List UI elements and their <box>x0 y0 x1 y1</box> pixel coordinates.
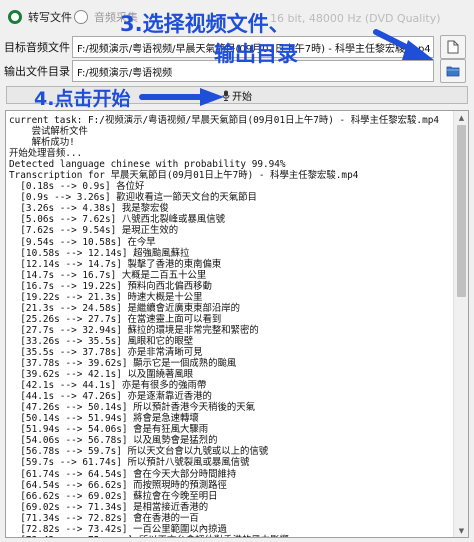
log-line: [50.14s --> 51.94s] 將會是急速轉壞 <box>9 413 199 425</box>
log-line: Detected language chinese with probabili… <box>9 159 286 171</box>
log-line: [73.42s --> 75.xx s] 所以天文台會評估對香港的風力影響 <box>9 535 449 537</box>
log-line: [33.26s --> 35.5s] 風眼和它的眼壁 <box>9 335 194 347</box>
log-line: [72.82s --> 73.42s] 一百公里範圍以內掠過 <box>9 523 227 535</box>
log-line: [10.58s --> 12.14s] 超強颱風蘇拉 <box>9 247 190 259</box>
arrow-to-start-icon <box>139 88 224 106</box>
log-line: [71.34s --> 72.82s] 會在香港的一百 <box>9 512 199 524</box>
log-line: [54.06s --> 56.78s] 以及風勢會是猛烈的 <box>9 435 218 447</box>
transcribe-file-radio[interactable]: 转写文件 <box>8 9 72 25</box>
log-lines: current task: F:/视频演示/粤语视频/早晨天氣節目(09月01日… <box>9 115 449 537</box>
log-line: [0.9s --> 3.26s] 歡迎收看這一節天文台的天氣節目 <box>9 192 257 204</box>
step4-annotation: 4.点击开始 <box>34 88 131 110</box>
log-line: [64.54s --> 66.62s] 而按照現時的預測路徑 <box>9 479 227 491</box>
log-line: [39.62s --> 42.1s] 以及圍繞著風眼 <box>9 369 194 381</box>
log-line: [44.1s --> 47.26s] 亦是逐漸靠近香港的 <box>9 391 212 403</box>
log-line: [61.74s --> 64.54s] 會在今天大部分時間維持 <box>9 468 237 480</box>
log-line: current task: F:/视频演示/粤语视频/早晨天氣節目(09月01日… <box>9 115 440 126</box>
scroll-up-icon[interactable]: ▲ <box>457 113 466 122</box>
scroll-thumb[interactable] <box>457 125 466 297</box>
log-line: [66.62s --> 69.02s] 蘇拉會在今晚至明日 <box>9 490 218 502</box>
arrow-to-browse-icon <box>373 29 434 60</box>
log-line: [47.26s --> 50.14s] 所以預計香港今天稍後的天氣 <box>9 402 256 414</box>
step3b-annotation: 输出目录 <box>214 42 298 66</box>
log-line: [16.7s --> 19.22s] 預料向西北偏西移動 <box>9 280 212 292</box>
browse-folder-button[interactable] <box>440 59 466 83</box>
log-output[interactable]: current task: F:/视频演示/粤语视频/早晨天氣節目(09月01日… <box>5 110 469 538</box>
log-line: [21.3s --> 24.58s] 是繼續會近廣東東部沿岸的 <box>9 302 241 314</box>
audio-quality-text: 16 bit, 48000 Hz (DVD Quality) <box>270 12 441 25</box>
log-line: [56.78s --> 59.7s] 所以天文台會以九號或以上的信號 <box>9 446 269 458</box>
log-scrollbar[interactable]: ▲ ▼ <box>453 111 468 537</box>
log-line: [69.02s --> 71.34s] 是相當接近香港的 <box>9 501 209 513</box>
log-line: [25.26s --> 27.7s] 在當速靈上面可以看到 <box>9 313 222 325</box>
log-line: Transcription for 早晨天氣節目(09月01日上午7時) - 科… <box>9 170 359 182</box>
log-line: [37.78s --> 39.62s] 顯示它是一個成熟的颱風 <box>9 358 237 370</box>
file-icon <box>447 40 459 54</box>
log-line: [35.5s --> 37.78s] 亦是非常清晰可見 <box>9 346 203 358</box>
log-line: [51.94s --> 54.06s] 會是有狂風大驟雨 <box>9 424 209 436</box>
log-line: [19.22s --> 21.3s] 時速大概是十公里 <box>9 291 203 303</box>
start-button-label: 开始 <box>232 91 252 103</box>
log-line: [0.18s --> 0.9s] 各位好 <box>9 181 145 193</box>
log-line: 开始处理音频... <box>9 148 83 160</box>
step3-annotation: 3.选择视频文件、 <box>120 12 290 36</box>
input-file-label: 目标音频文件 <box>4 41 70 54</box>
log-line: [59.7s --> 61.74s] 所以預計八號裂風或暴風信號 <box>9 457 250 469</box>
folder-icon <box>446 66 460 77</box>
transcribe-file-label: 转写文件 <box>28 11 72 24</box>
log-line: [27.7s --> 32.94s] 蘇拉的環境是非常完整和緊密的 <box>9 324 259 336</box>
log-line: [3.26s --> 4.38s] 我是黎宏俊 <box>9 203 169 215</box>
output-dir-label: 输出文件目录 <box>4 65 70 78</box>
radio-selected-icon <box>8 10 22 24</box>
browse-file-button[interactable] <box>440 35 466 59</box>
log-line: [7.62s --> 9.54s] 是現正生效的 <box>9 225 179 237</box>
log-line: 解析成功! <box>9 137 75 149</box>
log-line: 尝试解析文件 <box>9 126 88 138</box>
log-line: [42.1s --> 44.1s] 亦是有很多的強雨帶 <box>9 380 207 392</box>
log-line: [9.54s --> 10.58s] 在今早 <box>9 236 156 248</box>
log-line: [14.7s --> 16.7s] 大概是二百五十公里 <box>9 269 207 281</box>
radio-unselected-icon <box>74 10 88 24</box>
scroll-down-icon[interactable]: ▼ <box>457 526 466 535</box>
log-line: [5.06s --> 7.62s] 八號西北裂峰或暴風信號 <box>9 214 226 226</box>
log-line: [12.14s --> 14.7s] 製擊了香港的東南偏東 <box>9 258 222 270</box>
